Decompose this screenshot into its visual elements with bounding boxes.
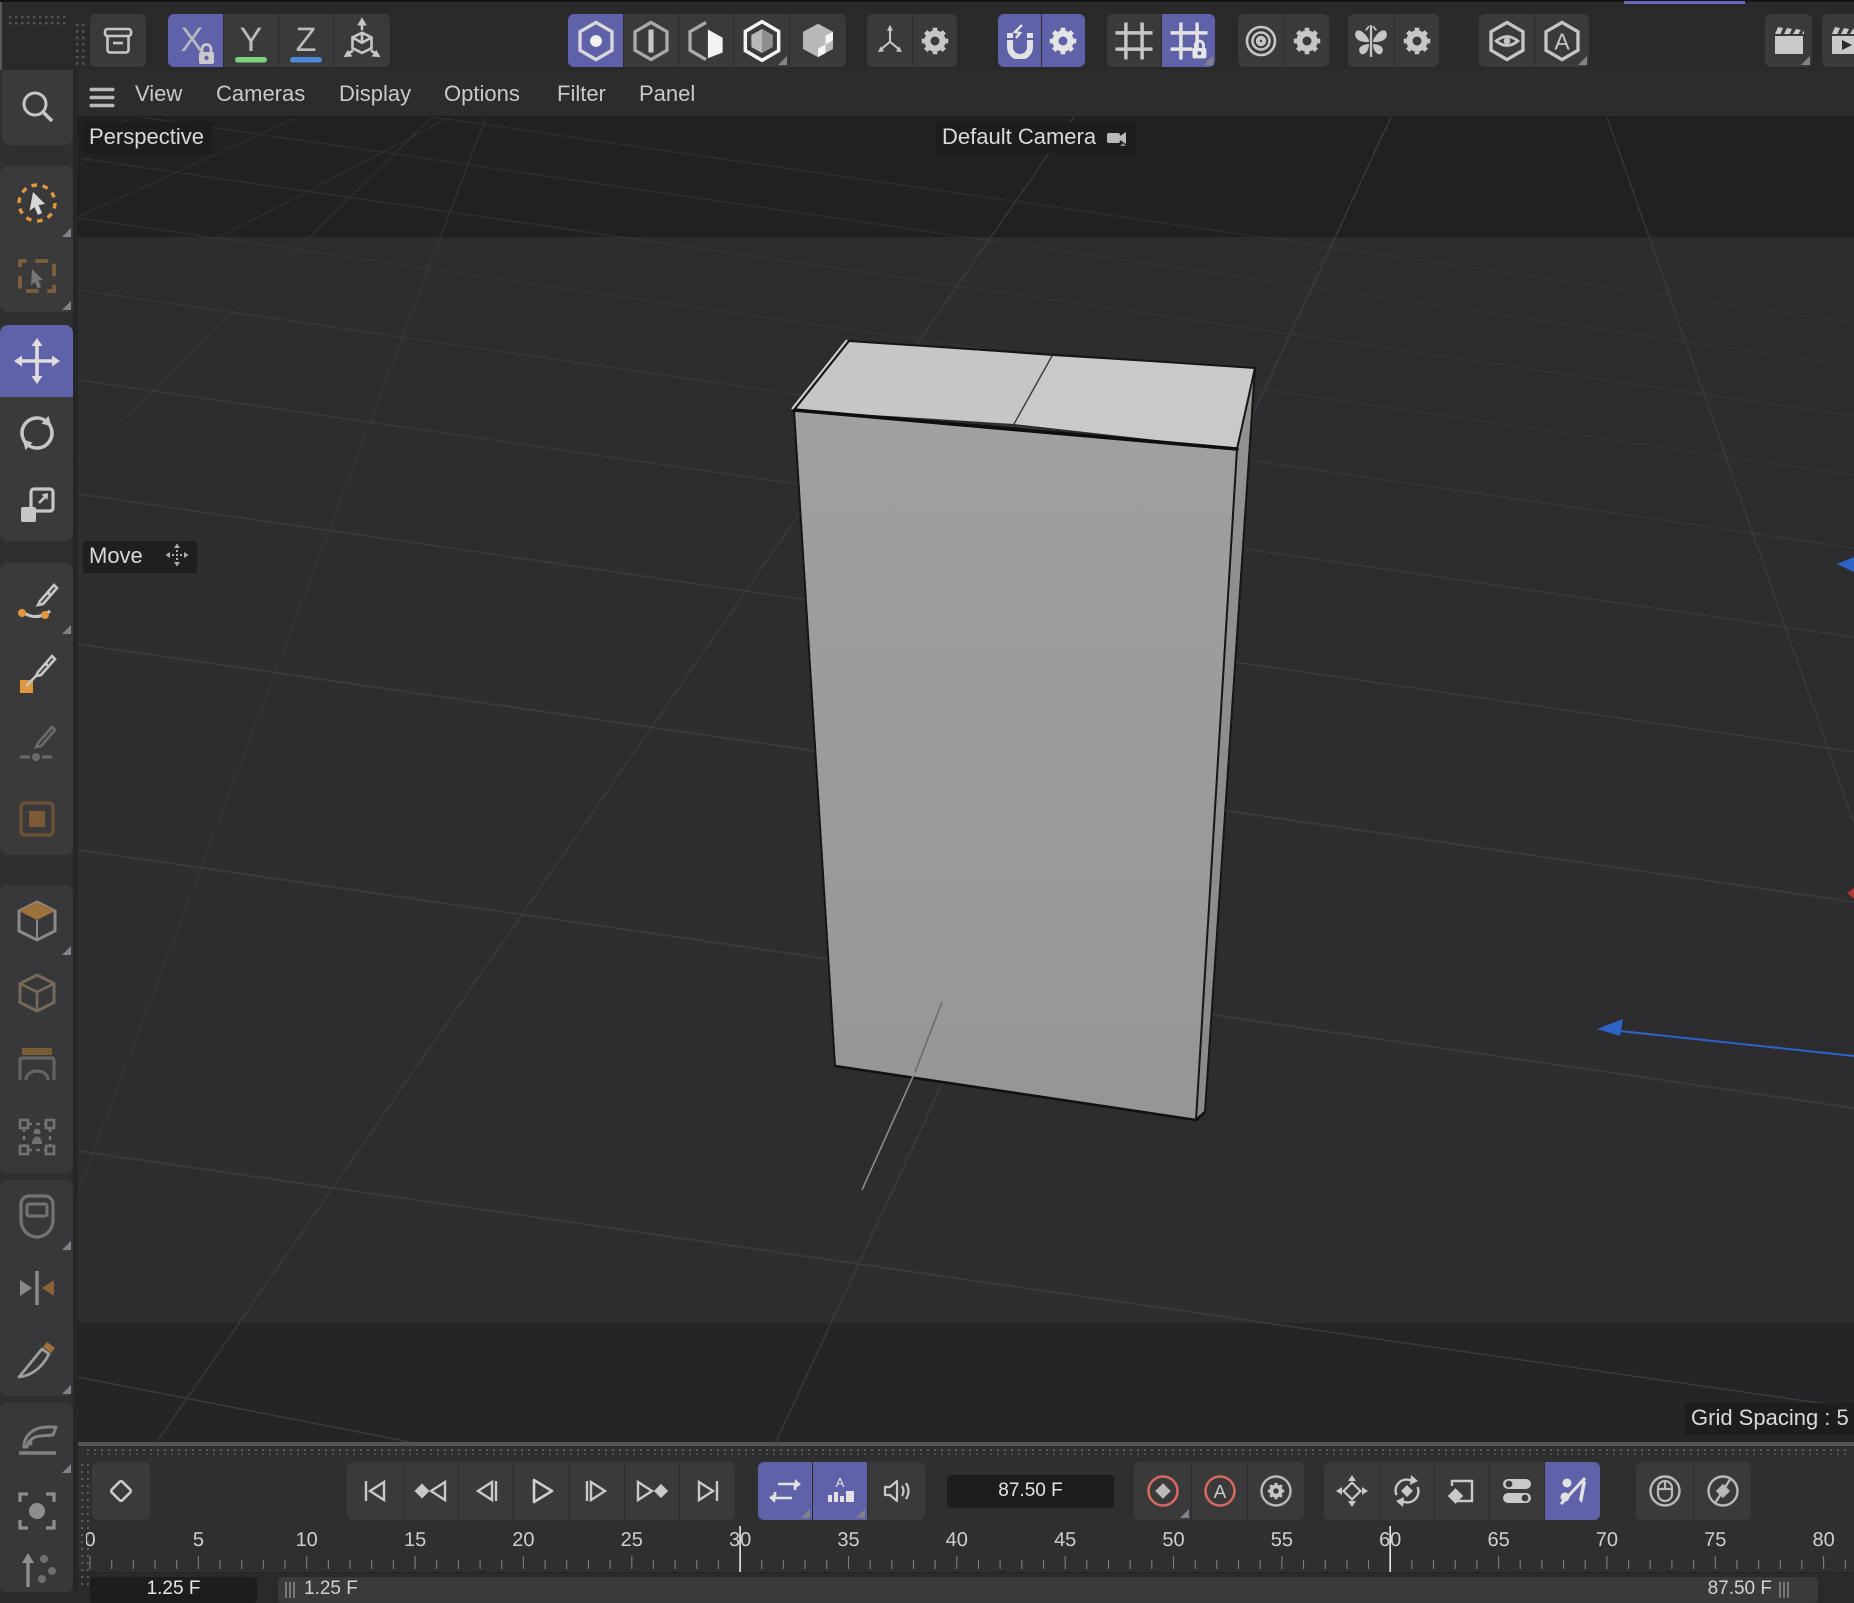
svg-text:30: 30: [729, 1529, 751, 1551]
svg-text:75: 75: [1704, 1529, 1726, 1551]
svg-text:40: 40: [946, 1529, 968, 1551]
svg-text:10: 10: [296, 1529, 318, 1551]
svg-text:35: 35: [837, 1529, 859, 1551]
svg-text:20: 20: [512, 1529, 534, 1551]
svg-text:25: 25: [621, 1529, 643, 1551]
svg-text:5: 5: [193, 1529, 204, 1551]
svg-text:A: A: [836, 1475, 845, 1490]
svg-text:A: A: [1213, 1482, 1226, 1503]
svg-text:45: 45: [1054, 1529, 1076, 1551]
svg-text:15: 15: [404, 1529, 426, 1551]
svg-text:65: 65: [1487, 1529, 1509, 1551]
svg-text:80: 80: [1812, 1529, 1834, 1551]
svg-text:50: 50: [1162, 1529, 1184, 1551]
svg-text:Y: Y: [240, 21, 263, 59]
svg-text:70: 70: [1596, 1529, 1618, 1551]
svg-text:60: 60: [1379, 1529, 1401, 1551]
svg-text:55: 55: [1271, 1529, 1293, 1551]
svg-text:A: A: [1554, 28, 1569, 54]
svg-text:Z: Z: [296, 21, 317, 59]
